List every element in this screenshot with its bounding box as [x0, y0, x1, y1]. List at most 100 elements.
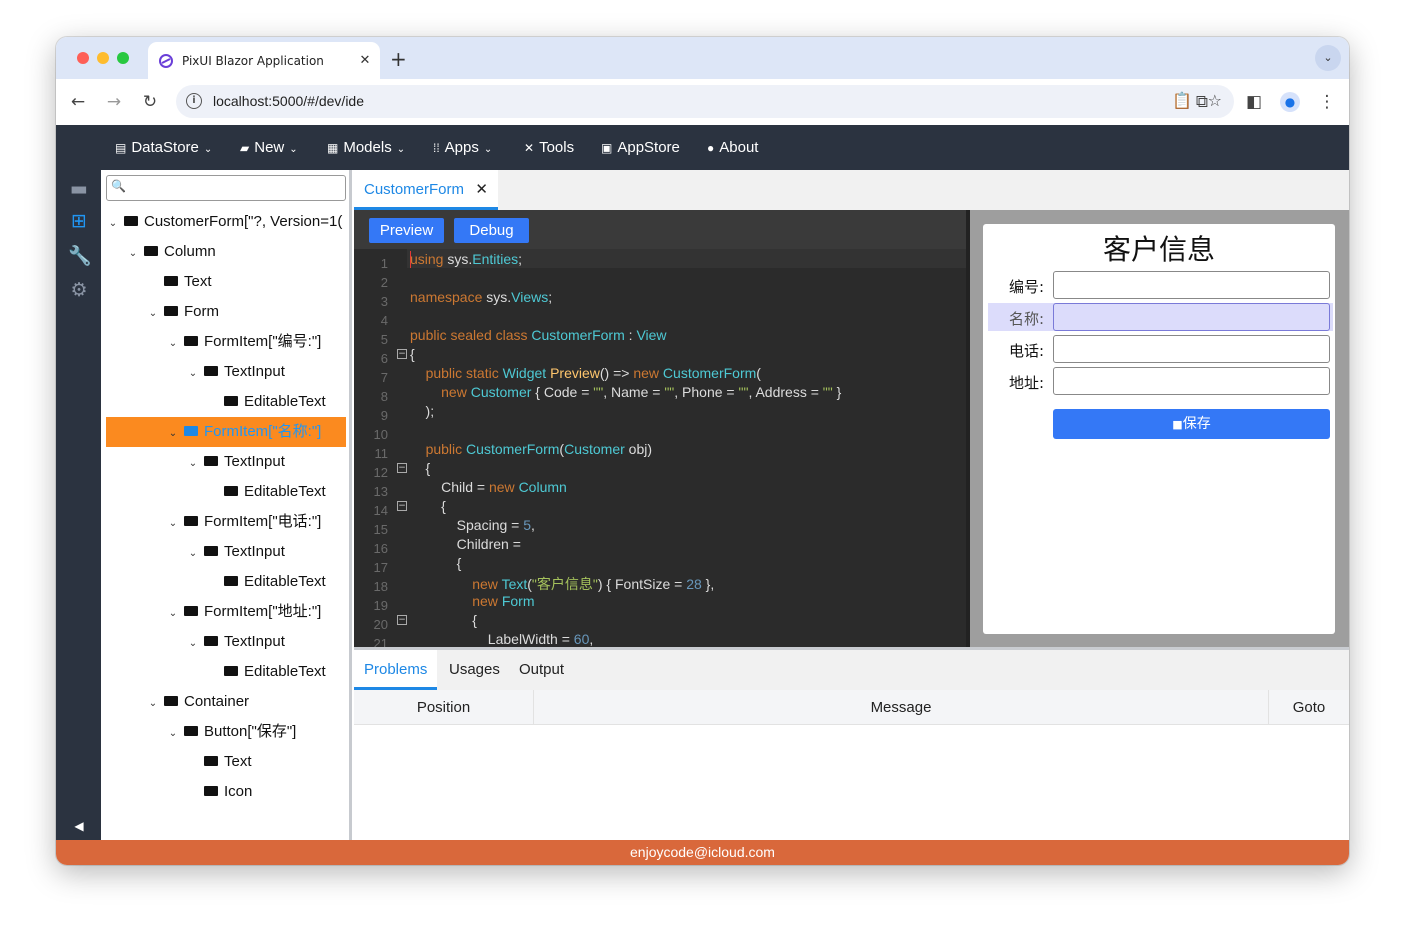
- chevron-down-icon[interactable]: ⌄: [166, 329, 180, 357]
- chevron-down-icon[interactable]: ⌄: [166, 419, 180, 447]
- tree-search-input[interactable]: 🔍: [106, 175, 346, 201]
- fold-toggle-icon[interactable]: −: [397, 463, 407, 473]
- chevron-down-icon[interactable]: ⌄: [186, 539, 200, 567]
- chevron-down-icon[interactable]: ⌄: [166, 719, 180, 747]
- chevron-down-icon[interactable]: ⌄: [126, 239, 140, 267]
- tab-search-button[interactable]: ⌄: [1315, 45, 1341, 71]
- column-goto[interactable]: Goto: [1269, 690, 1349, 725]
- code-line[interactable]: public static Widget Preview() => new Cu…: [410, 365, 761, 381]
- extensions-icon[interactable]: ⧉: [1191, 91, 1213, 113]
- preview-button[interactable]: Preview: [369, 218, 444, 243]
- menu-apps[interactable]: ⁞⁞ Apps ⌄: [433, 125, 492, 170]
- code-line[interactable]: using sys.Entities;: [410, 251, 522, 267]
- tree-node[interactable]: ⌄ CustomerForm["?, Version=1(: [106, 207, 346, 237]
- collapse-left-icon[interactable]: ◀: [68, 815, 90, 837]
- tree-node[interactable]: ⌄ FormItem["编号:"]: [106, 327, 346, 357]
- code-line[interactable]: );: [410, 403, 435, 419]
- chevron-down-icon[interactable]: ⌄: [186, 359, 200, 387]
- tree-node[interactable]: EditableText: [106, 567, 346, 597]
- address-bar[interactable]: i localhost:5000/#/dev/ide 📋 ☆: [176, 85, 1234, 118]
- chevron-down-icon[interactable]: ⌄: [146, 689, 160, 717]
- code-line[interactable]: Children =: [410, 536, 521, 552]
- chevron-down-icon[interactable]: ⌄: [106, 209, 120, 237]
- chevron-down-icon[interactable]: ⌄: [166, 509, 180, 537]
- code-line[interactable]: new Text("客户信息") { FontSize = 28 },: [410, 574, 714, 594]
- code-line[interactable]: new Form: [410, 593, 534, 609]
- fold-toggle-icon[interactable]: −: [397, 615, 407, 625]
- reload-button[interactable]: ↻: [139, 91, 161, 113]
- chevron-down-icon[interactable]: ⌄: [166, 599, 180, 627]
- phone-input[interactable]: [1053, 335, 1330, 363]
- code-line[interactable]: {: [410, 498, 446, 514]
- close-window-button[interactable]: [77, 52, 89, 64]
- menu-models[interactable]: ▦ Models ⌄: [327, 125, 405, 170]
- profile-avatar-icon[interactable]: ●: [1280, 92, 1300, 112]
- tree-node[interactable]: ⌄ Form: [106, 297, 346, 327]
- code-line[interactable]: {: [410, 460, 431, 476]
- code-line[interactable]: public CustomerForm(Customer obj): [410, 441, 652, 457]
- close-tab-icon[interactable]: ✕: [356, 53, 374, 68]
- code-line[interactable]: LabelWidth = 60,: [410, 631, 593, 647]
- chevron-down-icon[interactable]: ⌄: [186, 629, 200, 657]
- tree-node[interactable]: ⌄ TextInput: [106, 447, 346, 477]
- save-button[interactable]: ■保存: [1053, 409, 1330, 439]
- tree-node[interactable]: ⌄ Column: [106, 237, 346, 267]
- menu-about[interactable]: ● About: [707, 125, 758, 170]
- tree-node[interactable]: Text: [106, 747, 346, 777]
- chevron-down-icon[interactable]: ⌄: [186, 449, 200, 477]
- folder-icon[interactable]: ▬: [68, 178, 90, 200]
- forward-button[interactable]: →: [103, 91, 125, 113]
- fold-toggle-icon[interactable]: −: [397, 349, 407, 359]
- column-position[interactable]: Position: [354, 690, 534, 725]
- minimize-window-button[interactable]: [97, 52, 109, 64]
- tree-node[interactable]: ⌄ Container: [106, 687, 346, 717]
- fold-toggle-icon[interactable]: −: [397, 501, 407, 511]
- code-line[interactable]: {: [410, 555, 462, 571]
- code-line[interactable]: new Customer { Code = "", Name = "", Pho…: [410, 384, 841, 400]
- menu-new[interactable]: ▰ New ⌄: [240, 125, 298, 170]
- tree-node[interactable]: ⌄ TextInput: [106, 627, 346, 657]
- side-panel-icon[interactable]: ◧: [1243, 91, 1265, 113]
- tree-node[interactable]: ⌄ Button["保存"]: [106, 717, 346, 747]
- back-button[interactable]: ←: [67, 91, 89, 113]
- new-tab-button[interactable]: +: [390, 47, 407, 71]
- code-line[interactable]: Child = new Column: [410, 479, 567, 495]
- site-info-icon[interactable]: i: [186, 93, 202, 109]
- name-input[interactable]: [1053, 303, 1330, 331]
- browser-tab[interactable]: PixUI Blazor Application ✕: [148, 42, 380, 79]
- tree-node[interactable]: ⌄ TextInput: [106, 357, 346, 387]
- wrench-icon[interactable]: 🔧: [68, 245, 92, 267]
- tree-node[interactable]: ⌄ FormItem["地址:"]: [106, 597, 346, 627]
- menu-tools[interactable]: ✕ Tools: [524, 125, 574, 170]
- code-line[interactable]: namespace sys.Views;: [410, 289, 552, 305]
- close-tab-icon[interactable]: ✕: [475, 170, 488, 210]
- tab-output[interactable]: Output: [509, 650, 574, 690]
- code-input[interactable]: [1053, 271, 1330, 299]
- tree-node[interactable]: ⌄ FormItem["名称:"]: [106, 417, 346, 447]
- maximize-window-button[interactable]: [117, 52, 129, 64]
- chevron-down-icon[interactable]: ⌄: [146, 299, 160, 327]
- tree-node[interactable]: EditableText: [106, 387, 346, 417]
- widget-tree-icon[interactable]: ⊞: [68, 210, 90, 232]
- code-line[interactable]: public sealed class CustomerForm : View: [410, 327, 667, 343]
- code-line[interactable]: {: [410, 612, 477, 628]
- tree-node[interactable]: EditableText: [106, 657, 346, 687]
- code-line[interactable]: Spacing = 5,: [410, 517, 535, 533]
- tab-usages[interactable]: Usages: [439, 650, 510, 690]
- address-input[interactable]: [1053, 367, 1330, 395]
- tree-node[interactable]: EditableText: [106, 477, 346, 507]
- gear-icon[interactable]: ⚙: [68, 279, 90, 301]
- tab-problems[interactable]: Problems: [354, 650, 438, 690]
- column-message[interactable]: Message: [534, 690, 1269, 725]
- menu-appstore[interactable]: ▣ AppStore: [601, 125, 680, 170]
- tree-node[interactable]: Text: [106, 267, 346, 297]
- tree-node[interactable]: Icon: [106, 777, 346, 807]
- code-line[interactable]: {: [410, 346, 415, 362]
- clipboard-icon[interactable]: 📋: [1172, 91, 1192, 110]
- tree-node[interactable]: ⌄ FormItem["电话:"]: [106, 507, 346, 537]
- code-editor[interactable]: Preview Debug 1 using sys.Entities; 2 3 name…: [354, 210, 966, 647]
- tree-node[interactable]: ⌄ TextInput: [106, 537, 346, 567]
- debug-button[interactable]: Debug: [454, 218, 529, 243]
- menu-datastore[interactable]: ▤ DataStore ⌄: [115, 125, 212, 170]
- browser-menu-icon[interactable]: ⋮: [1316, 91, 1338, 113]
